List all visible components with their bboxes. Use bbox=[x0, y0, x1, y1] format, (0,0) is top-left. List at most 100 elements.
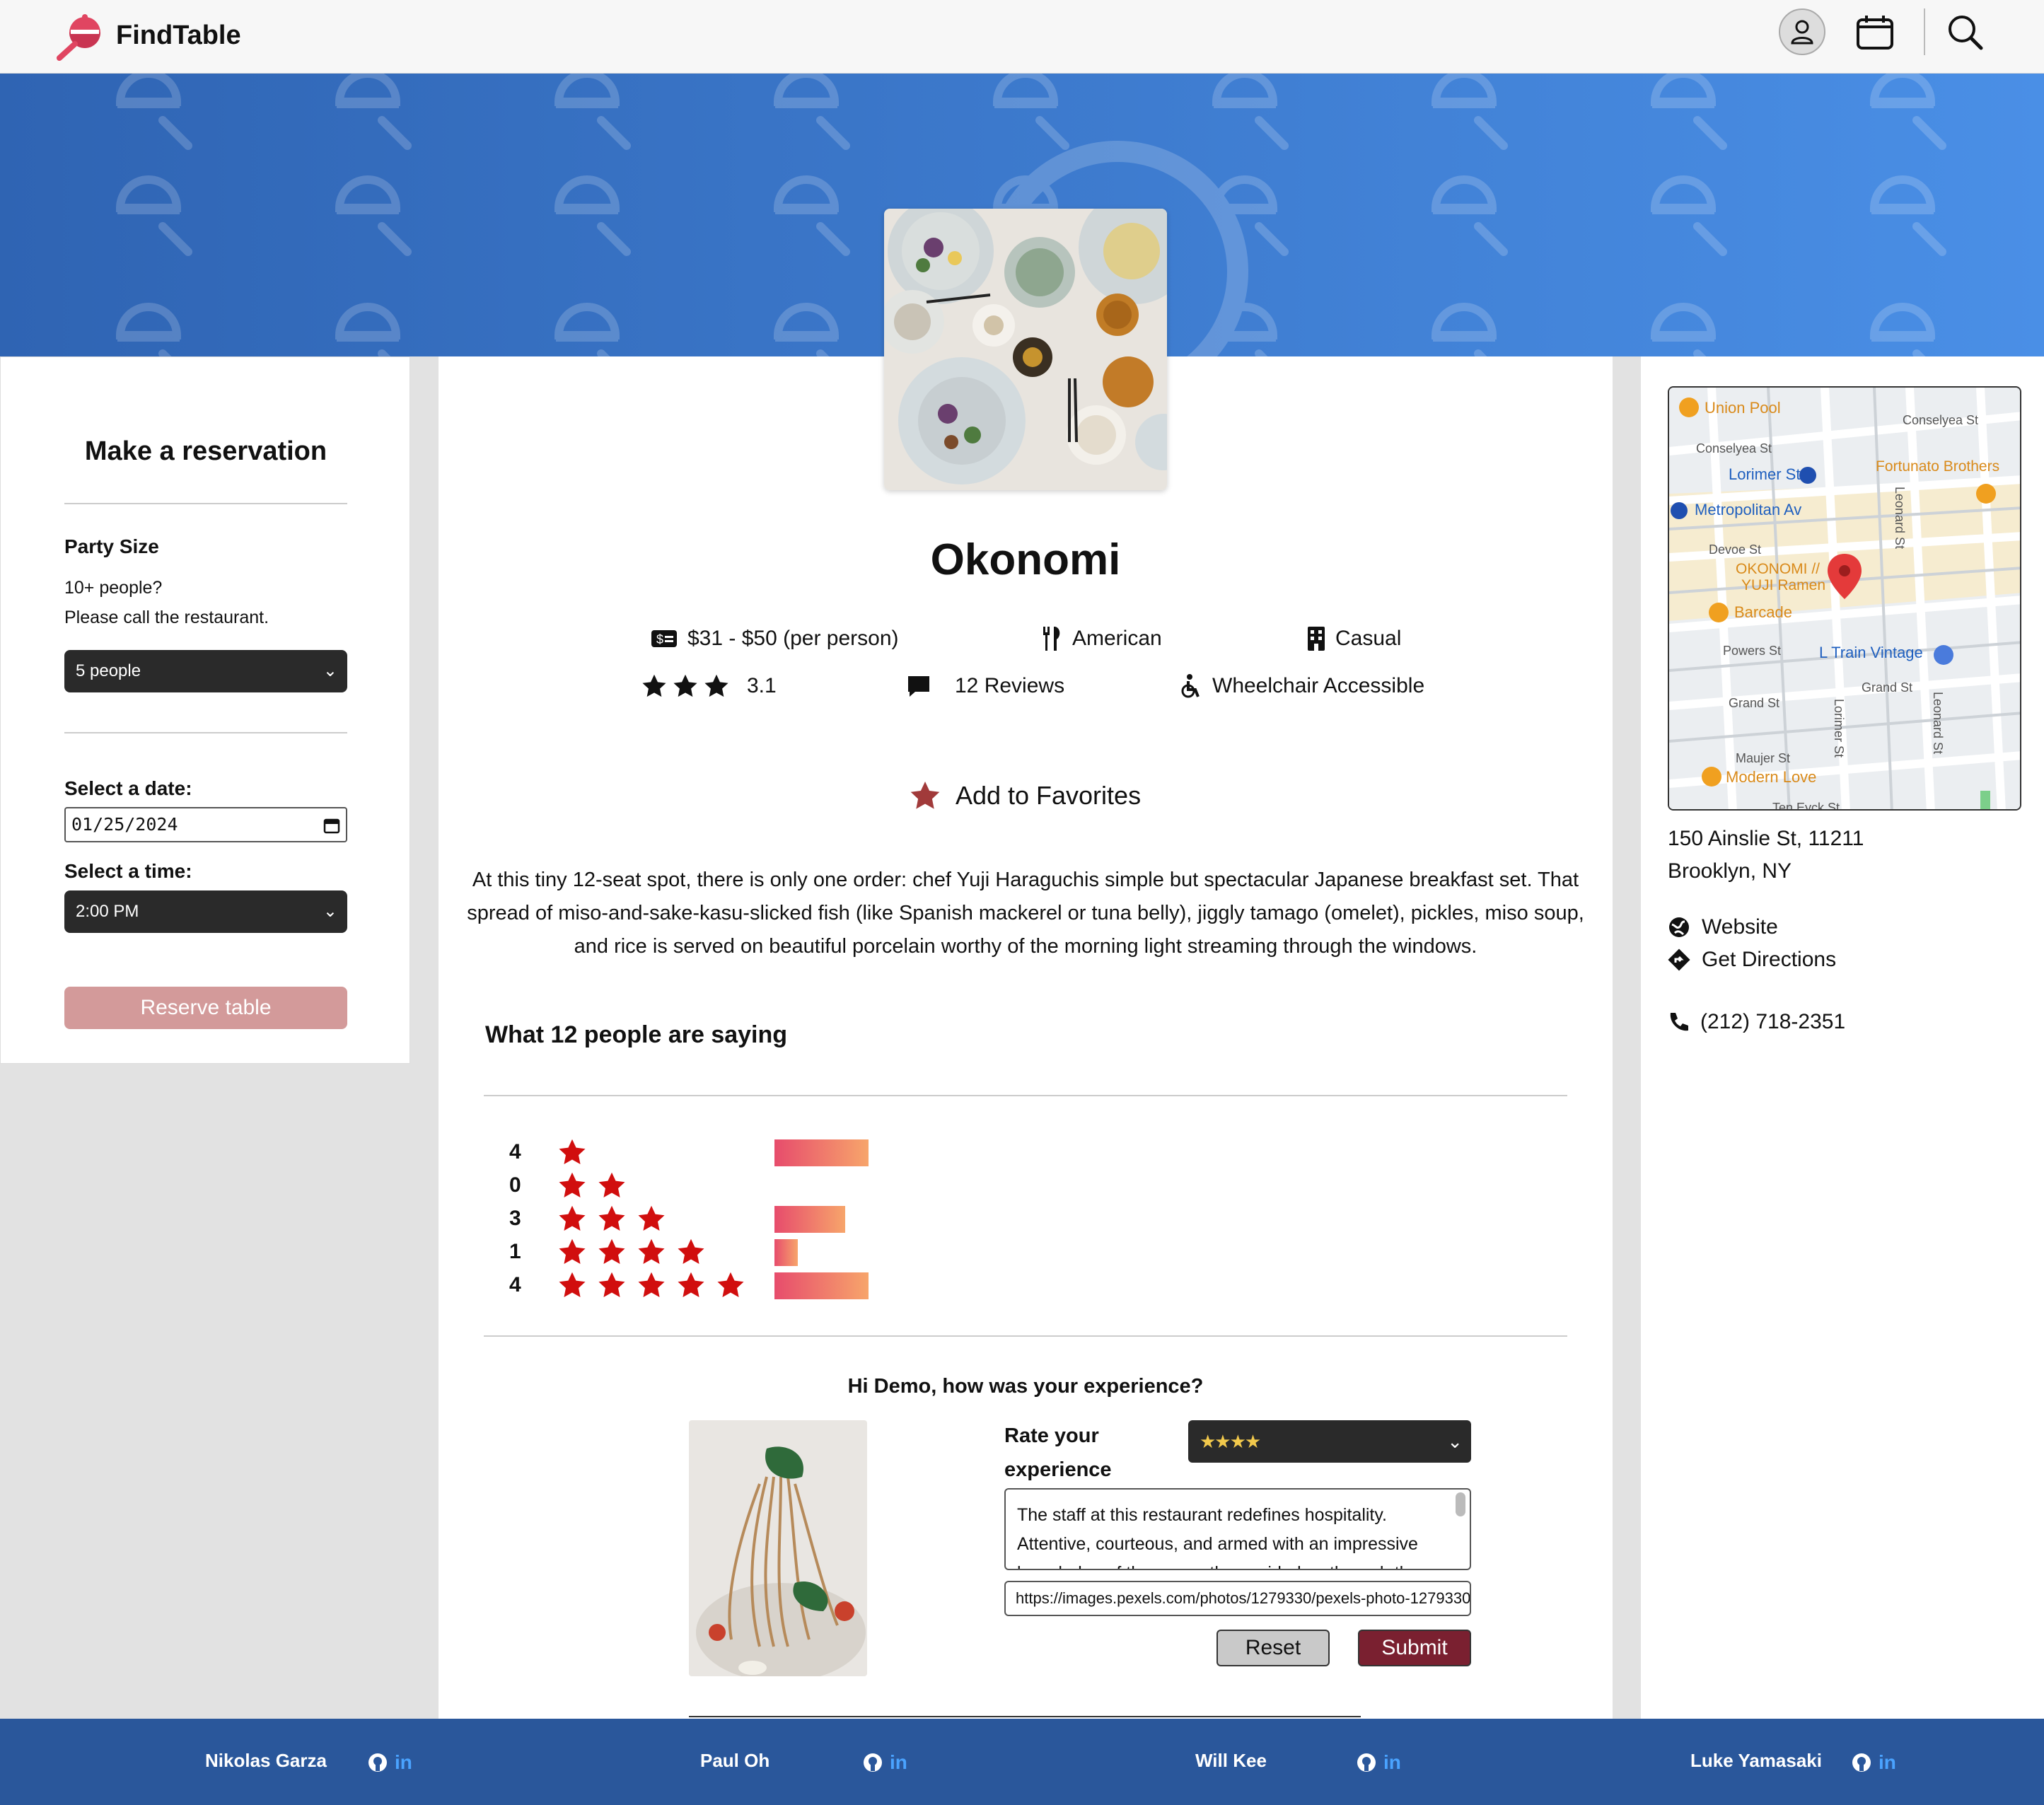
globe-icon bbox=[1669, 917, 1689, 937]
time-label: Select a time: bbox=[64, 860, 192, 882]
rating-row: 4 bbox=[439, 1269, 1613, 1301]
date-value: 01/25/2024 bbox=[71, 814, 178, 835]
image-url-input[interactable]: https://images.pexels.com/photos/1279330… bbox=[1004, 1581, 1471, 1616]
rate-label-line-2: experience bbox=[1004, 1458, 1112, 1481]
profile-icon[interactable] bbox=[1779, 8, 1825, 55]
rating-count: 4 bbox=[509, 1140, 521, 1163]
nav-divider bbox=[1924, 8, 1925, 55]
reset-button[interactable]: Reset bbox=[1216, 1630, 1330, 1666]
rating-count: 0 bbox=[509, 1173, 521, 1197]
map-label: Modern Love bbox=[1726, 768, 1816, 786]
divider bbox=[64, 732, 347, 733]
website-label: Website bbox=[1702, 915, 1778, 939]
submit-button[interactable]: Submit bbox=[1358, 1630, 1471, 1666]
phone-number: (212) 718-2351 bbox=[1700, 1010, 1846, 1033]
calendar-icon[interactable] bbox=[1852, 8, 1898, 55]
developer-links: in bbox=[1357, 1751, 1401, 1774]
github-icon[interactable] bbox=[863, 1753, 883, 1772]
logo-icon bbox=[57, 14, 100, 61]
footer: Nikolas Garza in Paul Oh in Will Kee in … bbox=[0, 1719, 2044, 1805]
rating-row-stars bbox=[559, 1269, 744, 1301]
rating-count: 3 bbox=[509, 1207, 521, 1230]
developer-name: Luke Yamasaki bbox=[1690, 1750, 1822, 1771]
party-size-value: 5 people bbox=[76, 661, 141, 680]
rating-count: 1 bbox=[509, 1240, 521, 1263]
date-input[interactable]: 01/25/2024 bbox=[64, 807, 347, 842]
star-icon bbox=[638, 1205, 665, 1231]
style-info: Casual bbox=[1307, 627, 1401, 651]
star-icon bbox=[598, 1205, 625, 1231]
add-to-favorites-button[interactable]: Add to Favorites bbox=[439, 781, 1613, 811]
divider bbox=[484, 1095, 1567, 1096]
rating-row-stars bbox=[559, 1202, 665, 1235]
rating-row: 0 bbox=[439, 1169, 1613, 1202]
calendar-icon[interactable] bbox=[323, 817, 340, 834]
directions-link[interactable]: Get Directions bbox=[1668, 948, 1836, 972]
website-link[interactable]: Website bbox=[1668, 915, 1778, 939]
divider bbox=[64, 503, 347, 504]
reviews-info: 12 Reviews bbox=[907, 674, 1064, 698]
rating-row: 4 bbox=[439, 1136, 1613, 1168]
developer-links: in bbox=[1852, 1751, 1896, 1774]
linkedin-icon[interactable]: in bbox=[1383, 1751, 1401, 1774]
rating-stars bbox=[642, 674, 728, 698]
map-label: Conselyea St bbox=[1696, 441, 1772, 455]
map-label: Devoe St bbox=[1709, 542, 1761, 557]
map-label: Powers St bbox=[1723, 644, 1781, 658]
map-label: YUJI Ramen bbox=[1741, 577, 1825, 593]
map-label: Lorimer St bbox=[1729, 465, 1800, 483]
date-label: Select a date: bbox=[64, 777, 192, 799]
rate-label-line-1: Rate your bbox=[1004, 1424, 1099, 1447]
directions-icon bbox=[1668, 948, 1690, 971]
rating-select[interactable]: ★★★★ ⌄ bbox=[1188, 1420, 1471, 1463]
reserve-table-button[interactable]: Reserve table bbox=[64, 987, 347, 1029]
cuisine-text: American bbox=[1072, 627, 1162, 650]
time-select[interactable]: 2:00 PM ⌄ bbox=[64, 890, 347, 933]
star-icon bbox=[598, 1272, 625, 1297]
star-icon bbox=[910, 782, 940, 809]
chevron-down-icon: ⌄ bbox=[323, 902, 337, 921]
rating-info: 3.1 bbox=[642, 674, 777, 698]
textarea-scrollbar[interactable] bbox=[1456, 1492, 1465, 1516]
star-icon bbox=[598, 1172, 625, 1197]
phone-link[interactable]: (212) 718-2351 bbox=[1668, 1010, 1845, 1034]
restaurant-details: Okonomi $ $31 - $50 (per person) America… bbox=[439, 356, 1613, 1719]
star-icon bbox=[559, 1139, 586, 1164]
github-icon[interactable] bbox=[1852, 1753, 1871, 1772]
rating-bar bbox=[774, 1139, 869, 1166]
rating-row-stars bbox=[559, 1169, 625, 1202]
rating-row-stars bbox=[559, 1136, 586, 1168]
review-textarea[interactable]: The staff at this restaurant redefines h… bbox=[1004, 1488, 1471, 1570]
star-icon bbox=[673, 674, 697, 697]
location-map[interactable]: Union Pool Conselyea St Conselyea St Lor… bbox=[1668, 386, 2021, 811]
star-icon bbox=[559, 1238, 586, 1264]
linkedin-icon[interactable]: in bbox=[395, 1751, 412, 1774]
restaurant-name: Okonomi bbox=[930, 535, 1121, 584]
linkedin-icon[interactable]: in bbox=[890, 1751, 907, 1774]
github-icon[interactable] bbox=[1357, 1753, 1376, 1772]
phone-icon bbox=[1670, 1013, 1688, 1031]
directions-label: Get Directions bbox=[1702, 948, 1837, 971]
star-icon bbox=[717, 1272, 744, 1297]
star-icon bbox=[642, 674, 666, 697]
search-icon[interactable] bbox=[1941, 8, 1988, 55]
logo[interactable]: FindTable bbox=[55, 10, 241, 61]
chevron-down-icon: ⌄ bbox=[323, 661, 337, 680]
money-icon: $ bbox=[651, 630, 677, 647]
reservation-panel: Make a reservation Party Size 10+ people… bbox=[0, 356, 410, 1064]
rate-experience-label: Rate your experience bbox=[1004, 1419, 1112, 1487]
map-label: Barcade bbox=[1734, 603, 1792, 621]
location-panel: Union Pool Conselyea St Conselyea St Lor… bbox=[1641, 356, 2044, 1719]
time-value: 2:00 PM bbox=[76, 902, 139, 921]
map-label: L Train Vintage bbox=[1819, 644, 1923, 661]
star-icon bbox=[638, 1238, 665, 1264]
rating-value: 3.1 bbox=[747, 674, 777, 697]
developer-links: in bbox=[368, 1751, 412, 1774]
style-text: Casual bbox=[1335, 627, 1402, 650]
review-greeting: Hi Demo, how was your experience? bbox=[847, 1375, 1204, 1398]
github-icon[interactable] bbox=[368, 1753, 388, 1772]
party-size-select[interactable]: 5 people ⌄ bbox=[64, 650, 347, 692]
reviews-heading: What 12 people are saying bbox=[485, 1021, 788, 1048]
linkedin-icon[interactable]: in bbox=[1878, 1751, 1896, 1774]
rating-select-value: ★★★★ bbox=[1200, 1431, 1261, 1452]
